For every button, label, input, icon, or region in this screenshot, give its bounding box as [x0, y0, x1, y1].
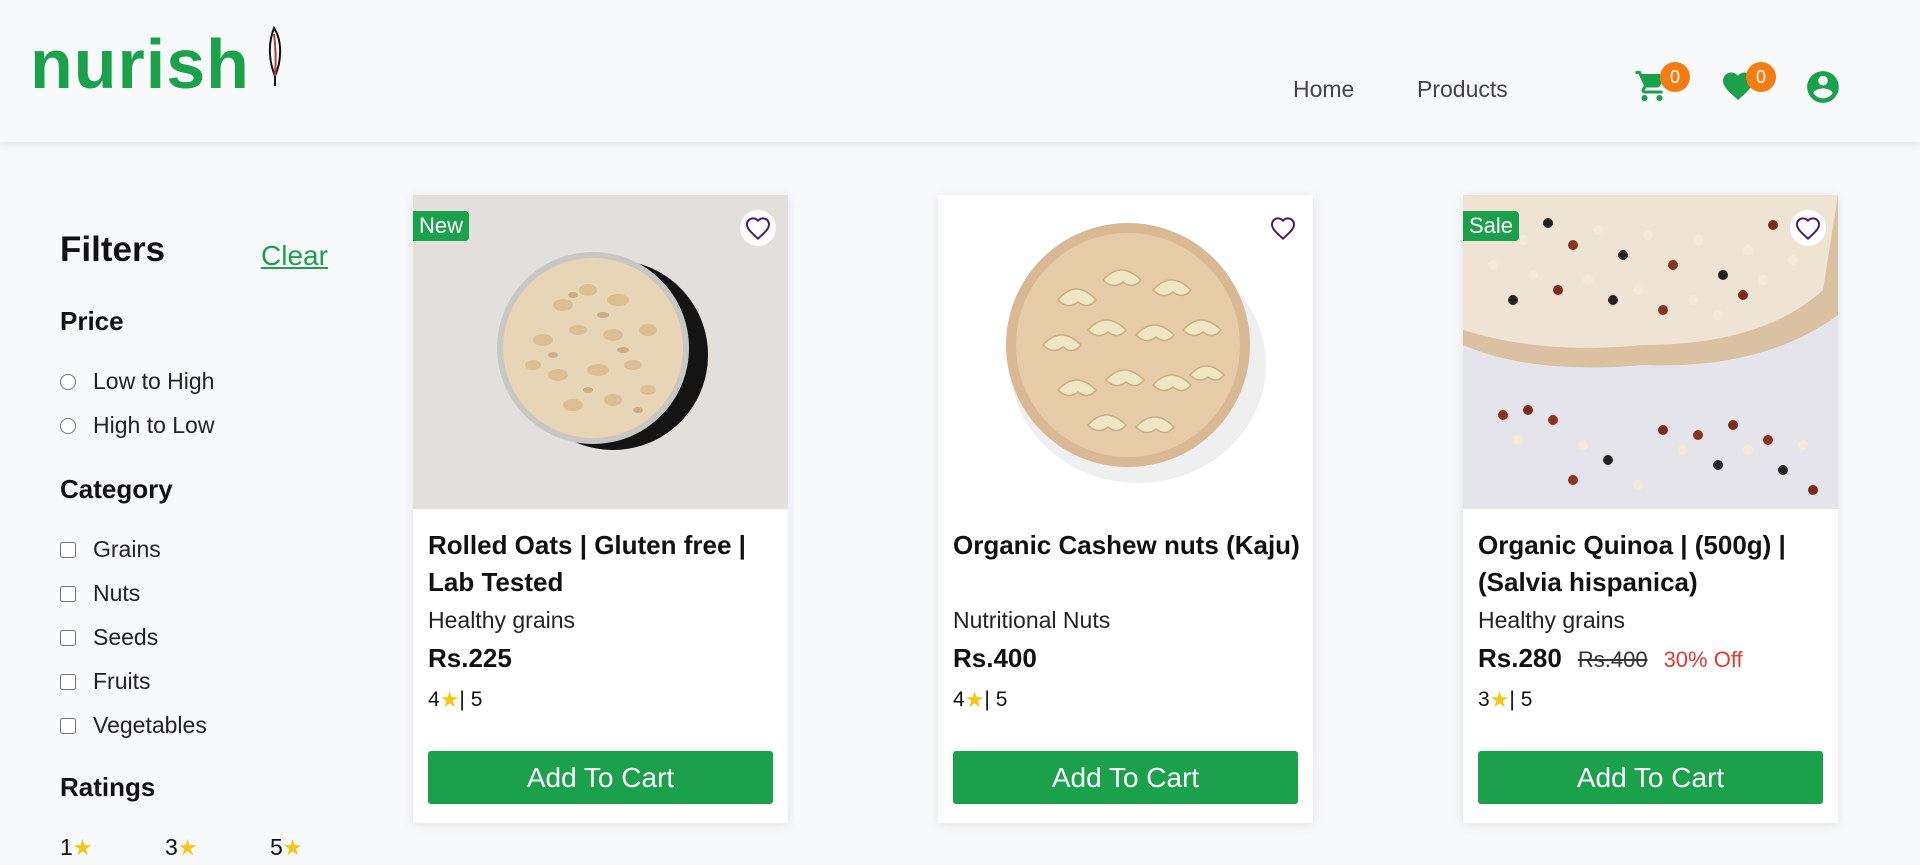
price-section-title: Price [60, 306, 124, 336]
rating-5-option[interactable]: 5 ★ [270, 834, 303, 861]
product-tag-badge: New [413, 211, 470, 241]
product-category: Healthy grains [1478, 607, 1626, 633]
price-row: Rs.400 [953, 643, 1037, 674]
product-title[interactable]: Rolled Oats | Gluten free | Lab Tested [428, 527, 778, 601]
product-card[interactable]: Sale Organic Quinoa | (500g) | (Salvia h… [1463, 195, 1838, 823]
add-to-cart-button[interactable]: Add To Cart [1478, 751, 1823, 804]
rating-max: | 5 [984, 688, 1008, 711]
nav-home-link[interactable]: Home [1293, 76, 1354, 103]
rating-value: 4 [953, 688, 965, 711]
product-price: Rs.280 [1478, 643, 1562, 673]
rating-1-label: 1 [60, 834, 73, 860]
product-price: Rs.225 [428, 643, 512, 673]
category-seeds-label: Seeds [93, 624, 159, 650]
wishlist-count-badge: 0 [1746, 62, 1776, 92]
wishlist-toggle[interactable] [1790, 210, 1826, 246]
product-title[interactable]: Organic Quinoa | (500g) | (Salvia hispan… [1478, 527, 1828, 601]
heart-outline-icon [745, 217, 771, 240]
category-grains-checkbox[interactable] [60, 541, 76, 558]
feather-icon [268, 26, 282, 86]
nav-products-link[interactable]: Products [1417, 76, 1508, 103]
wishlist-button[interactable]: 0 [1720, 62, 1776, 109]
rating-1-option[interactable]: 1 ★ [60, 834, 93, 861]
category-nuts-option[interactable]: Nuts [60, 580, 140, 607]
heart-outline-icon [1270, 217, 1296, 240]
product-image-cashew[interactable] [938, 195, 1313, 509]
cart-button[interactable]: 0 [1634, 62, 1690, 109]
brand-logo[interactable]: nurish [30, 24, 284, 104]
product-card[interactable]: New Rolled Oats | Gluten free | Lab Test… [413, 195, 788, 823]
product-image-quinoa[interactable]: Sale [1463, 195, 1838, 509]
product-price: Rs.400 [953, 643, 1037, 673]
product-title[interactable]: Organic Cashew nuts (Kaju) [953, 527, 1303, 564]
wishlist-toggle[interactable] [1265, 210, 1301, 246]
star-icon: ★ [177, 834, 198, 860]
rating-max: | 5 [1509, 688, 1533, 711]
price-high-low-option[interactable]: High to Low [60, 412, 214, 439]
price-high-low-radio[interactable] [60, 417, 76, 434]
product-rating: 4 ★ | 5 [428, 687, 482, 713]
site-header: nurish Home Products 0 0 [0, 0, 1920, 142]
product-old-price: Rs.400 [1577, 647, 1648, 672]
rating-5-label: 5 [270, 834, 283, 860]
wishlist-toggle[interactable] [740, 210, 776, 246]
price-low-high-radio[interactable] [60, 373, 76, 390]
filters-title: Filters [60, 230, 166, 269]
category-seeds-checkbox[interactable] [60, 629, 76, 646]
cashew-bowl-image [938, 195, 1313, 509]
quinoa-spoon-image [1463, 195, 1838, 509]
product-category: Healthy grains [428, 607, 576, 633]
category-vegetables-label: Vegetables [93, 712, 207, 738]
category-nuts-label: Nuts [93, 580, 141, 606]
category-grains-label: Grains [93, 536, 161, 562]
rating-3-option[interactable]: 3 ★ [165, 834, 198, 861]
price-row: Rs.225 [428, 643, 512, 674]
oats-bowl-image [413, 195, 788, 509]
price-row: Rs.280 Rs.400 30% Off [1478, 643, 1743, 674]
price-low-high-option[interactable]: Low to High [60, 368, 214, 395]
star-icon: ★ [72, 834, 93, 860]
category-seeds-option[interactable]: Seeds [60, 624, 158, 651]
rating-value: 3 [1478, 688, 1490, 711]
product-tag-badge: Sale [1463, 211, 1520, 241]
category-fruits-option[interactable]: Fruits [60, 668, 151, 695]
heart-outline-icon [1795, 217, 1821, 240]
cart-count-badge: 0 [1660, 62, 1690, 92]
category-fruits-label: Fruits [93, 668, 151, 694]
star-icon: ★ [1489, 687, 1510, 712]
ratings-section-title: Ratings [60, 772, 156, 802]
add-to-cart-button[interactable]: Add To Cart [953, 751, 1298, 804]
add-to-cart-button[interactable]: Add To Cart [428, 751, 773, 804]
product-rating: 4 ★ | 5 [953, 687, 1007, 713]
star-icon: ★ [964, 687, 985, 712]
price-high-low-label: High to Low [93, 412, 215, 438]
star-icon: ★ [282, 834, 303, 860]
category-section-title: Category [60, 474, 173, 504]
category-fruits-checkbox[interactable] [60, 673, 76, 690]
price-low-high-label: Low to High [93, 368, 215, 394]
category-nuts-checkbox[interactable] [60, 585, 76, 602]
product-category: Nutritional Nuts [953, 607, 1111, 633]
category-vegetables-option[interactable]: Vegetables [60, 712, 207, 739]
star-icon: ★ [439, 687, 460, 712]
product-discount: 30% Off [1663, 647, 1743, 672]
category-vegetables-checkbox[interactable] [60, 717, 76, 734]
brand-name: nurish [30, 25, 250, 103]
rating-value: 4 [428, 688, 440, 711]
clear-filters-link[interactable]: Clear [261, 240, 328, 272]
rating-max: | 5 [459, 688, 483, 711]
rating-3-label: 3 [165, 834, 178, 860]
product-image-oats[interactable]: New [413, 195, 788, 509]
product-rating: 3 ★ | 5 [1478, 687, 1532, 713]
product-card[interactable]: Organic Cashew nuts (Kaju) Nutritional N… [938, 195, 1313, 823]
user-circle-icon [1807, 71, 1839, 103]
profile-button[interactable] [1804, 68, 1842, 111]
category-grains-option[interactable]: Grains [60, 536, 161, 563]
